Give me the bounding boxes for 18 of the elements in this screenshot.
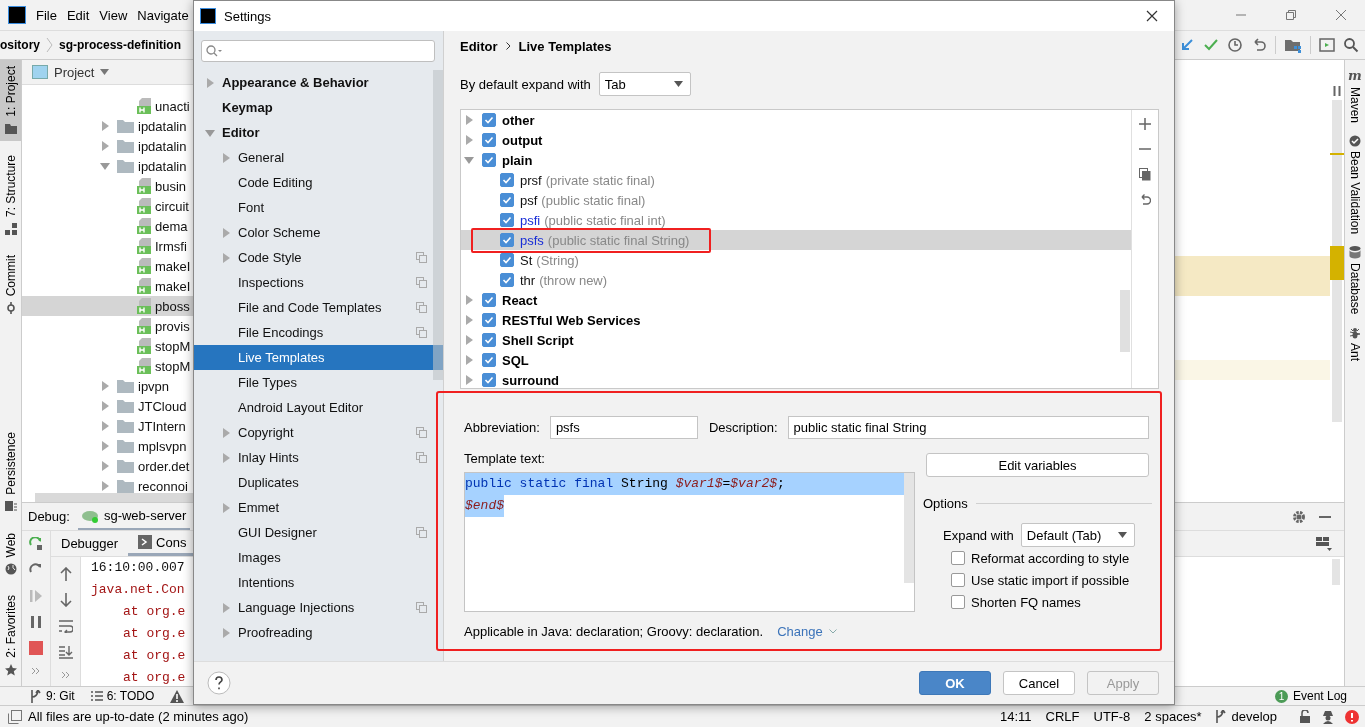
applicable-contexts-text: Applicable in Java: declaration; Groovy: declaration.	[464, 623, 764, 639]
section-title: Options	[923, 496, 968, 511]
console-line: at org.e	[122, 625, 186, 643]
field-label: Description:	[708, 420, 778, 435]
console-line: at org.e	[122, 669, 186, 687]
field-label: Template text:	[464, 451, 546, 467]
console-line: at org.e	[122, 647, 186, 665]
field-label: Expand with	[943, 527, 1014, 543]
console-line: at org.e	[122, 603, 186, 621]
panel-title: Debug:	[28, 509, 70, 524]
breadcrumb-item: Editor	[460, 38, 498, 54]
field-label: By default expand with	[460, 76, 591, 92]
console-line: java.net.Con	[91, 581, 185, 599]
status-message: All files are up-to-date (2 minutes ago)	[28, 709, 249, 724]
field-label: Abbreviation:	[464, 420, 540, 435]
window-title: Settings	[224, 8, 271, 24]
breadcrumb-item: Live Templates	[518, 38, 612, 54]
console-line: 16:10:00.007	[91, 559, 185, 577]
